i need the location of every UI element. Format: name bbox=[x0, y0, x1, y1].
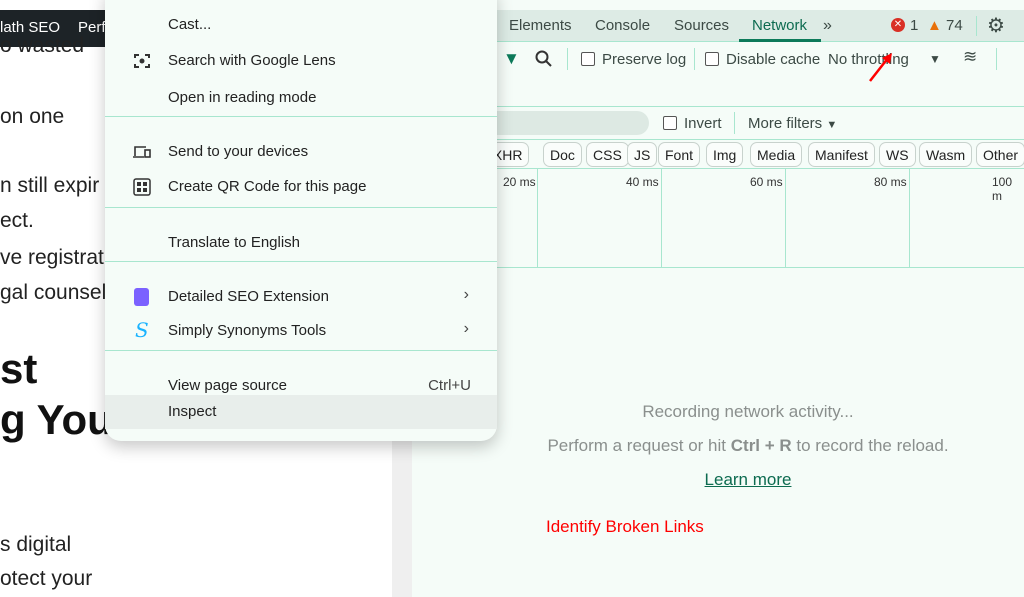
filter-icon[interactable]: ▼ bbox=[503, 49, 520, 69]
page-text: s digital bbox=[0, 533, 72, 556]
chevron-right-icon: › bbox=[463, 286, 469, 303]
page-text: ect. bbox=[0, 209, 34, 232]
menu-item-simply-synonyms[interactable]: S Simply Synonyms Tools › bbox=[105, 314, 497, 348]
tab-network[interactable]: Network bbox=[752, 17, 807, 34]
context-menu: Cast... Search with Google Lens Open in … bbox=[105, 0, 497, 441]
filter-chip[interactable]: CSS bbox=[586, 142, 629, 167]
annotation-text: Identify Broken Links bbox=[546, 517, 704, 536]
menu-item-translate[interactable]: Translate to English bbox=[105, 226, 497, 260]
page-heading: st bbox=[0, 345, 38, 392]
filter-chip[interactable]: Wasm bbox=[919, 142, 973, 167]
devtools-tab-bar: Elements Console Sources Network » ✕ 1 ▲… bbox=[412, 10, 1024, 42]
menu-item-google-lens[interactable]: Search with Google Lens bbox=[105, 44, 497, 78]
simply-synonyms-icon: S bbox=[135, 318, 149, 342]
page-text: ve registrati bbox=[0, 246, 109, 269]
google-lens-icon bbox=[134, 54, 150, 68]
qr-code-icon bbox=[133, 178, 151, 196]
filter-chip[interactable]: Doc bbox=[543, 142, 582, 167]
filter-chip[interactable]: Img bbox=[706, 142, 744, 167]
page-text: gal counsel. bbox=[0, 281, 113, 304]
menu-item-reading-mode[interactable]: Open in reading mode bbox=[105, 81, 497, 115]
warning-count[interactable]: 74 bbox=[946, 17, 963, 34]
menu-item-detailed-seo[interactable]: Detailed SEO Extension › bbox=[105, 280, 497, 314]
filter-chip[interactable]: Manifest bbox=[808, 142, 875, 167]
page-text: o wasted bbox=[0, 34, 85, 57]
page-text: n still expir bbox=[0, 174, 100, 197]
timeline-tick: 80 ms bbox=[874, 175, 907, 189]
timeline-tick: 60 ms bbox=[750, 175, 783, 189]
menu-item-inspect[interactable]: Inspect bbox=[105, 395, 497, 429]
tab-elements[interactable]: Elements bbox=[509, 17, 572, 34]
page-text: otect your bbox=[0, 567, 93, 590]
filter-chip[interactable]: Other bbox=[976, 142, 1024, 167]
recording-status: Recording network activity... bbox=[642, 402, 854, 421]
filter-chip[interactable]: Font bbox=[658, 142, 701, 167]
network-conditions-icon[interactable]: ≋ bbox=[963, 47, 977, 67]
menu-item-cast[interactable]: Cast... bbox=[105, 8, 497, 42]
menu-item-qr-code[interactable]: Create QR Code for this page bbox=[105, 170, 497, 204]
page-heading: g You bbox=[0, 396, 113, 443]
detailed-seo-icon bbox=[134, 288, 149, 306]
tab-sources[interactable]: Sources bbox=[674, 17, 729, 34]
timeline-tick: 100 m bbox=[992, 175, 1013, 203]
gear-icon[interactable]: ⚙ bbox=[987, 13, 1005, 38]
invert-checkbox[interactable]: Invert bbox=[663, 115, 722, 132]
timeline-tick: 20 ms bbox=[503, 175, 536, 189]
preserve-log-checkbox[interactable]: Preserve log bbox=[581, 51, 686, 68]
chevron-double-right-icon[interactable]: » bbox=[823, 17, 832, 35]
warning-icon[interactable]: ▲ bbox=[927, 17, 942, 34]
error-count[interactable]: 1 bbox=[910, 17, 918, 34]
disable-cache-checkbox[interactable]: Disable cache bbox=[705, 51, 820, 68]
active-tab-indicator bbox=[739, 39, 821, 42]
devtools-panel bbox=[412, 0, 1024, 597]
devices-icon bbox=[133, 146, 151, 158]
annotation-arrow bbox=[869, 53, 892, 82]
search-icon[interactable] bbox=[535, 50, 553, 68]
chevron-right-icon: › bbox=[463, 320, 469, 337]
error-icon[interactable]: ✕ bbox=[891, 18, 905, 32]
timeline-tick: 40 ms bbox=[626, 175, 659, 189]
dropdown-arrow-icon[interactable]: ▼ bbox=[929, 52, 941, 66]
tab-console[interactable]: Console bbox=[595, 17, 650, 34]
page-text: on one bbox=[0, 105, 65, 128]
menu-item-send-to-devices[interactable]: Send to your devices bbox=[105, 135, 497, 169]
learn-more-link[interactable]: Learn more bbox=[412, 470, 1024, 490]
filter-chip[interactable]: JS bbox=[627, 142, 658, 167]
filter-chip[interactable]: WS bbox=[879, 142, 916, 167]
filter-chip[interactable]: Media bbox=[750, 142, 803, 167]
more-filters-dropdown[interactable]: More filters ▼ bbox=[748, 115, 837, 132]
recording-hint: Perform a request or hit Ctrl + R to rec… bbox=[547, 436, 949, 455]
